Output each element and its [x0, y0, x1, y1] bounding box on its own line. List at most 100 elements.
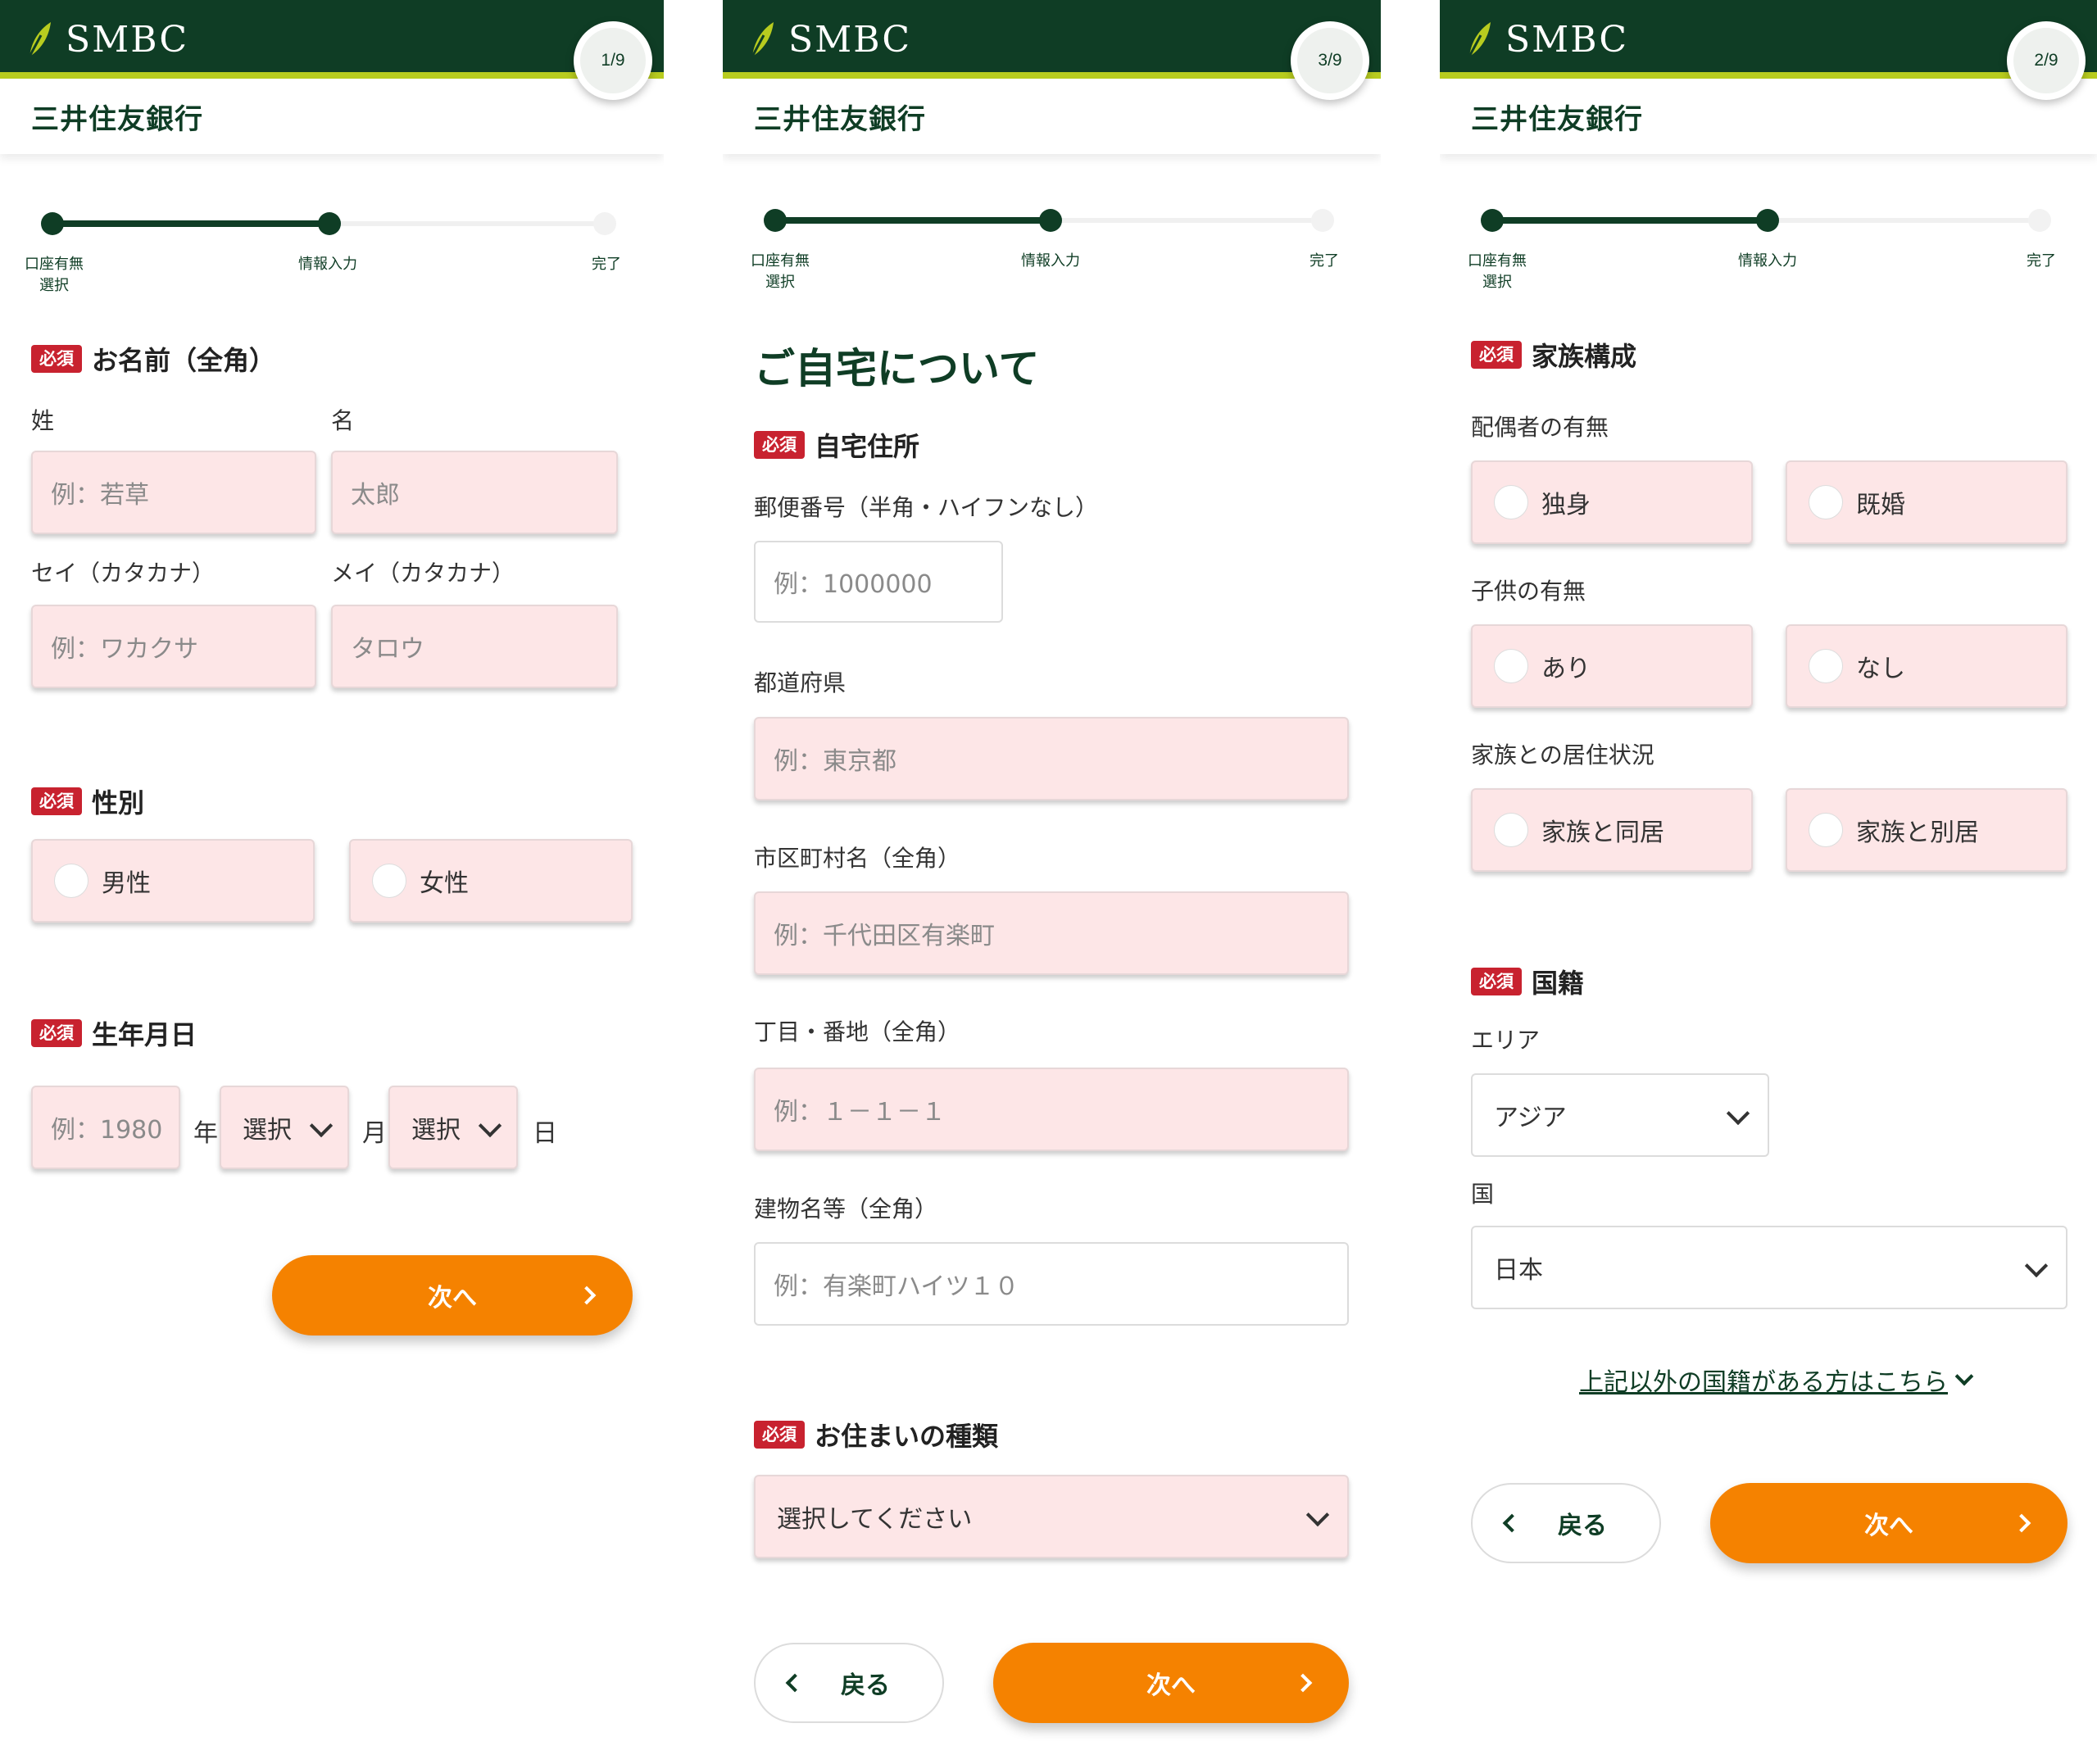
progress-dot-2 [1039, 209, 1062, 232]
last-name-label: 姓 [31, 407, 55, 434]
section-title-text: 生年月日 [92, 1019, 197, 1050]
postal-code-input[interactable]: 例：1000000 [754, 541, 1003, 623]
prefecture-input[interactable]: 例：東京都 [754, 717, 1349, 800]
smbc-leaf-icon [28, 22, 51, 57]
button-label: 次へ [428, 1284, 477, 1313]
step-counter: 3/9 [1291, 21, 1369, 100]
building-input[interactable]: 例：有楽町ハイツ１０ [754, 1242, 1349, 1326]
select-value: 選択 [411, 1116, 461, 1145]
first-kana-input[interactable]: タロウ [331, 605, 618, 688]
app-header: SMBC [0, 0, 664, 79]
step-counter: 1/9 [574, 21, 652, 100]
month-unit: 月 [362, 1119, 387, 1148]
bank-name: 三井住友銀行 [1471, 103, 1643, 136]
radio-circle-icon [1809, 813, 1843, 847]
progress-indicator: 口座有無 選択 情報入力 完了 [723, 202, 1381, 300]
birth-day-select[interactable]: 選択 [388, 1086, 518, 1169]
progress-fill [775, 217, 1054, 224]
address-section-title: 必須 自宅住所 [754, 426, 919, 464]
birth-month-select[interactable]: 選択 [220, 1086, 349, 1169]
housing-type-select[interactable]: 選択してください [754, 1475, 1349, 1558]
header-accent-line [0, 72, 664, 79]
app-header: SMBC [1440, 0, 2097, 79]
block-address-input[interactable]: 例：１－１－１ [754, 1068, 1349, 1151]
required-badge: 必須 [1471, 341, 1522, 369]
option-label: なし [1856, 655, 1905, 683]
required-badge: 必須 [754, 431, 805, 459]
section-title-text: 国籍 [1532, 968, 1585, 999]
progress-fill [1492, 217, 1771, 224]
name-section-title: 必須 お名前（全角） [31, 340, 275, 378]
family-section-title: 必須 家族構成 [1471, 336, 1636, 374]
radio-circle-icon [1494, 485, 1528, 519]
progress-fill [52, 220, 331, 227]
first-name-input[interactable]: 太郎 [331, 451, 618, 534]
back-button[interactable]: 戻る [1471, 1483, 1661, 1563]
chevron-left-icon [1502, 1513, 1522, 1533]
smbc-logo: SMBC [26, 15, 188, 64]
chevron-down-icon [2024, 1254, 2049, 1278]
children-option-yes[interactable]: あり [1471, 624, 1753, 708]
city-input[interactable]: 例：千代田区有楽町 [754, 891, 1349, 975]
country-select[interactable]: 日本 [1471, 1226, 2067, 1309]
next-button[interactable]: 次へ [993, 1643, 1349, 1723]
radio-circle-icon [1809, 649, 1843, 683]
progress-dot-1 [1481, 209, 1504, 232]
year-unit: 年 [193, 1119, 218, 1148]
smbc-leaf-icon [1468, 22, 1491, 57]
gender-section-title: 必須 性別 [31, 782, 144, 820]
last-kana-input[interactable]: 例：ワカクサ [31, 605, 316, 688]
required-badge: 必須 [31, 345, 82, 373]
option-label: 男性 [102, 869, 151, 898]
country-label: 国 [1471, 1181, 1495, 1208]
birth-year-input[interactable]: 例：1980 [31, 1086, 180, 1169]
children-label: 子供の有無 [1471, 578, 1586, 605]
smbc-leaf-icon [751, 22, 774, 57]
progress-indicator: 口座有無 選択 情報入力 完了 [1440, 202, 2097, 300]
option-label: あり [1541, 655, 1591, 683]
children-option-no[interactable]: なし [1786, 624, 2067, 708]
header-accent-line [723, 72, 1381, 79]
spouse-option-married[interactable]: 既婚 [1786, 460, 2067, 544]
button-label: 次へ [1146, 1671, 1196, 1700]
next-button[interactable]: 次へ [1710, 1483, 2067, 1563]
progress-label-3: 完了 [1309, 252, 1339, 270]
last-name-input[interactable]: 例：若草 [31, 451, 316, 534]
radio-circle-icon [1809, 485, 1843, 519]
section-title-text: お住まいの種類 [815, 1421, 999, 1452]
block-address-label: 丁目・番地（全角） [754, 1018, 961, 1045]
area-select[interactable]: アジア [1471, 1073, 1769, 1157]
app-header: SMBC [723, 0, 1381, 79]
day-unit: 日 [533, 1119, 557, 1148]
progress-label-2: 情報入力 [1738, 252, 1797, 270]
back-button[interactable]: 戻る [754, 1643, 944, 1723]
other-nationality-link[interactable]: 上記以外の国籍がある方はこちら [1579, 1362, 1974, 1398]
section-title-text: 家族構成 [1532, 341, 1637, 372]
birth-section-title: 必須 生年月日 [31, 1014, 197, 1052]
living-option-separate[interactable]: 家族と別居 [1786, 788, 2067, 872]
bank-name: 三井住友銀行 [31, 103, 203, 136]
form-panel-home-address: SMBC 三井住友銀行 3/9 口座有無 選択 情報入力 完了 ご自宅について … [723, 0, 1381, 1764]
progress-dot-3 [593, 212, 616, 235]
option-label: 家族と同居 [1541, 819, 1664, 847]
next-button[interactable]: 次へ [272, 1255, 633, 1335]
gender-option-male[interactable]: 男性 [31, 839, 315, 923]
bank-name-bar: 三井住友銀行 [1440, 79, 2097, 154]
progress-label-2: 情報入力 [298, 256, 357, 273]
required-badge: 必須 [1471, 968, 1522, 995]
required-badge: 必須 [31, 1019, 82, 1047]
option-label: 独身 [1541, 491, 1591, 519]
select-value: アジア [1494, 1104, 1567, 1132]
chevron-left-icon [785, 1673, 805, 1693]
progress-dot-3 [1311, 209, 1334, 232]
prefecture-label: 都道府県 [754, 669, 847, 696]
form-panel-family-nationality: SMBC 三井住友銀行 2/9 口座有無 選択 情報入力 完了 必須 家族構成 … [1440, 0, 2097, 1764]
smbc-logo: SMBC [1466, 15, 1628, 64]
living-status-label: 家族との居住状況 [1471, 741, 1654, 769]
gender-option-female[interactable]: 女性 [349, 839, 633, 923]
chevron-right-icon [577, 1286, 597, 1305]
step-counter: 2/9 [2007, 21, 2086, 100]
living-option-together[interactable]: 家族と同居 [1471, 788, 1753, 872]
spouse-option-single[interactable]: 独身 [1471, 460, 1753, 544]
nationality-section-title: 必須 国籍 [1471, 963, 1584, 1000]
